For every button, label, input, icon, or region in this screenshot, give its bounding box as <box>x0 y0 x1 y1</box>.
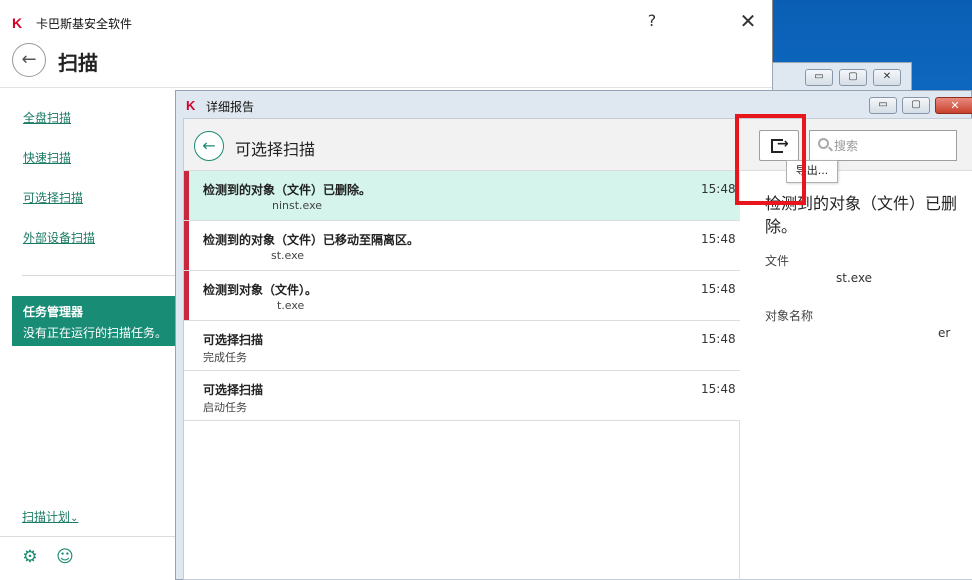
task-manager-title: 任务管理器 <box>23 305 84 319</box>
object-name-label: 对象名称 <box>765 309 814 323</box>
event-subtitle: t.exe <box>277 299 305 312</box>
list-item[interactable]: 可选择扫描 启动任务 15:48 <box>184 371 740 421</box>
object-name-value: er <box>938 326 951 340</box>
event-subtitle: ninst.exe <box>272 199 323 212</box>
detailed-report-window: K 详细报告 ▭ ▢ ✕ ← 可选择扫描 → 导出... 检测到的对象（文件）已… <box>175 90 972 580</box>
threat-flag <box>184 271 189 320</box>
back-button[interactable]: ← <box>12 43 46 77</box>
details-panel: 检测到的对象（文件）已删除。 文件 st.exe 对象名称 er <box>741 171 972 580</box>
event-title: 检测到的对象（文件）已删除。 <box>203 183 372 197</box>
threat-flag <box>184 221 189 270</box>
settings-gear-icon[interactable]: ⚙ <box>21 548 39 566</box>
file-label: 文件 <box>765 254 790 268</box>
list-item[interactable]: 检测到的对象（文件）已删除。 ninst.exe 15:48 <box>184 171 740 221</box>
export-button[interactable]: → <box>759 130 799 161</box>
event-subtitle: 启动任务 <box>203 401 247 414</box>
sidebar-link-full-scan[interactable]: 全盘扫描 <box>23 109 71 126</box>
list-item[interactable]: 可选择扫描 完成任务 15:48 <box>184 321 740 371</box>
report-close-button[interactable]: ✕ <box>935 97 972 114</box>
header-divider <box>0 87 773 88</box>
bg-close-button[interactable]: ✕ <box>873 69 901 86</box>
threat-flag <box>184 171 189 220</box>
kaspersky-logo-icon: K <box>12 15 23 31</box>
list-item[interactable]: 检测到对象（文件）。 t.exe 15:48 <box>184 271 740 321</box>
details-title: 检测到的对象（文件）已删除。 <box>765 194 958 236</box>
task-manager-panel[interactable]: 任务管理器 没有正在运行的扫描任务。 <box>12 296 180 346</box>
event-title: 可选择扫描 <box>203 333 264 347</box>
report-minimize-button[interactable]: ▭ <box>869 97 897 114</box>
event-title: 可选择扫描 <box>203 383 264 397</box>
event-list: 检测到的对象（文件）已删除。 ninst.exe 15:48 检测到的对象（文件… <box>184 171 740 580</box>
event-time: 15:48 <box>701 232 736 246</box>
bg-minimize-button[interactable]: ▭ <box>805 69 833 86</box>
scan-schedule-link[interactable]: 扫描计划⌄ <box>22 508 78 525</box>
scan-schedule-label: 扫描计划 <box>22 510 71 524</box>
main-window-title: 卡巴斯基安全软件 <box>36 17 133 31</box>
report-header: ← 可选择扫描 → 导出... <box>184 119 972 183</box>
help-button[interactable]: ? <box>640 11 664 33</box>
search-icon <box>818 138 829 149</box>
event-time: 15:48 <box>701 182 736 196</box>
export-arrow-icon: → <box>777 136 789 152</box>
event-time: 15:48 <box>701 282 736 296</box>
page-title: 扫描 <box>58 51 98 75</box>
report-content: ← 可选择扫描 → 导出... 检测到的对象（文件）已删除。 ninst.exe… <box>183 118 972 580</box>
chevron-down-icon: ⌄ <box>70 513 79 524</box>
support-icon[interactable]: ☺ <box>56 548 74 566</box>
bg-maximize-button[interactable]: ▢ <box>839 69 867 86</box>
list-item[interactable]: 检测到的对象（文件）已移动至隔离区。 st.exe 15:48 <box>184 221 740 271</box>
bottom-divider <box>0 536 175 537</box>
report-window-title: 详细报告 <box>206 100 255 114</box>
sidebar-divider <box>22 275 175 276</box>
main-title-bar: K 卡巴斯基安全软件 ? ✕ <box>0 0 772 44</box>
report-heading: 可选择扫描 <box>235 140 316 159</box>
report-back-button[interactable]: ← <box>194 131 224 161</box>
event-time: 15:48 <box>701 332 736 346</box>
task-manager-status: 没有正在运行的扫描任务。 <box>23 326 168 340</box>
back-arrow-icon: ← <box>202 136 216 155</box>
event-title: 检测到的对象（文件）已移动至隔离区。 <box>203 233 420 247</box>
back-arrow-icon: ← <box>21 49 37 70</box>
event-title: 检测到对象（文件）。 <box>203 283 318 297</box>
search-input[interactable] <box>809 130 957 161</box>
file-value: st.exe <box>836 271 873 285</box>
event-subtitle: st.exe <box>271 249 305 262</box>
sidebar-link-external-device-scan[interactable]: 外部设备扫描 <box>23 229 95 246</box>
kaspersky-logo-icon: K <box>186 98 196 113</box>
report-maximize-button[interactable]: ▢ <box>902 97 930 114</box>
close-button[interactable]: ✕ <box>734 9 762 35</box>
sidebar-link-selective-scan[interactable]: 可选择扫描 <box>23 189 83 206</box>
sidebar-link-quick-scan[interactable]: 快速扫描 <box>23 149 71 166</box>
background-window: ▭ ▢ ✕ <box>772 62 912 90</box>
event-time: 15:48 <box>701 382 736 396</box>
event-subtitle: 完成任务 <box>203 351 247 364</box>
